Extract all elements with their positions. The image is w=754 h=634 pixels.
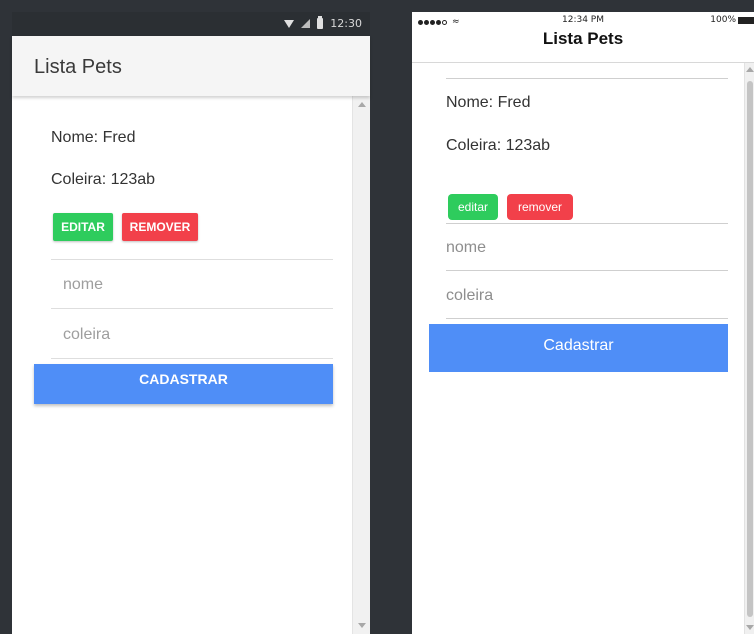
pet-collar-label: Coleira: 123ab [51,171,156,188]
ios-device: ≈ 12:34 PM 100% Lista Pets Nome: Fred Co… [372,0,754,634]
remove-button[interactable]: remover [507,194,573,220]
register-button[interactable]: Cadastrar [429,324,728,372]
signal-icon [301,19,311,28]
scrollbar-thumb[interactable] [747,81,753,617]
battery-percent: 100% [710,15,736,25]
scroll-down-icon[interactable] [746,625,754,630]
battery-icon [738,17,754,24]
register-button[interactable]: CADASTRAR [34,364,333,404]
remove-button[interactable]: REMOVER [122,213,198,241]
divider [446,318,728,319]
navbar-divider [412,62,754,63]
android-device: 12:30 Lista Pets Nome: Fred Coleira: 123… [0,0,372,634]
scroll-up-icon[interactable] [358,102,366,107]
status-time: 12:30 [330,17,362,30]
edit-button[interactable]: editar [448,194,498,220]
page-title: Lista Pets [542,29,624,48]
battery-icon [317,16,324,29]
app-toolbar: Lista Pets [12,36,370,96]
status-time: 12:34 PM [562,15,604,25]
collar-input[interactable] [51,317,333,353]
android-status-bar: 12:30 [12,12,370,36]
divider [51,358,333,359]
edit-button[interactable]: EDITAR [53,213,113,241]
page-title: Lista Pets [34,56,122,78]
scroll-up-icon[interactable] [746,67,754,72]
pet-name-label: Nome: Fred [446,94,531,111]
divider [51,308,333,309]
android-screen: Lista Pets Nome: Fred Coleira: 123ab EDI… [12,36,370,634]
name-input[interactable] [51,267,333,303]
pet-collar-label: Coleira: 123ab [446,137,551,154]
divider [51,259,333,260]
divider [446,223,728,224]
scrollbar[interactable] [352,96,370,634]
ios-screen: ≈ 12:34 PM 100% Lista Pets Nome: Fred Co… [412,12,754,634]
wifi-icon [284,19,295,28]
divider [446,78,728,79]
name-input[interactable] [446,230,728,266]
scrollbar[interactable] [744,63,754,634]
divider [446,270,728,271]
collar-input[interactable] [446,278,728,314]
scroll-down-icon[interactable] [358,623,366,628]
pet-name-label: Nome: Fred [51,129,136,146]
